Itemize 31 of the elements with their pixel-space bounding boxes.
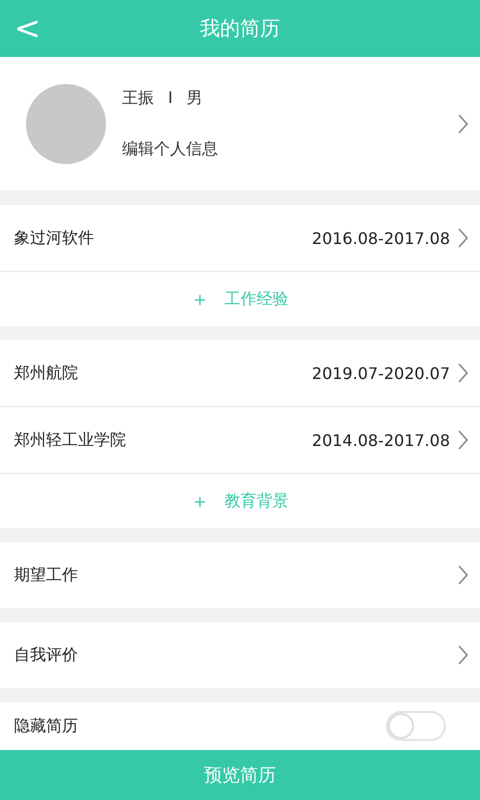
list-row[interactable]: 郑州轻工业学院 2014.08-2017.08 [0, 407, 480, 474]
profile-card[interactable]: 王振 I 男 编辑个人信息 [0, 57, 480, 190]
chevron-icon [458, 430, 468, 450]
separator: I [168, 88, 173, 108]
row-label: 期望工作 [14, 564, 79, 586]
row-label: 自我评价 [14, 644, 79, 666]
chevron-icon [458, 565, 468, 585]
toggle-switch[interactable] [386, 711, 446, 741]
page-title: 我的简历 [200, 15, 280, 42]
date-range: 2019.07-2020.07 [312, 364, 450, 382]
list-row[interactable]: 期望工作 [0, 542, 480, 608]
date-range: 2014.08-2017.08 [312, 430, 450, 450]
add-label: 教育背景 [224, 490, 289, 512]
row-label: 象过河软件 [14, 228, 95, 248]
add-label: 工作经验 [224, 288, 289, 310]
user-name: 王振 [122, 88, 154, 108]
chevron-icon [458, 228, 468, 248]
plus-icon: + [193, 492, 207, 510]
row-label: 郑州轻工业学院 [14, 430, 127, 450]
list-row[interactable]: 象过河软件 2016.08-2017.08 [0, 205, 480, 272]
date-range: 2016.08-2017.08 [312, 228, 450, 248]
list-row[interactable]: 自我评价 [0, 622, 480, 688]
chevron-icon [458, 114, 468, 134]
plus-icon: + [193, 290, 207, 308]
row-label: 郑州航院 [14, 362, 79, 384]
row-label: 隐藏简历 [14, 716, 79, 736]
edit-info-label: 编辑个人信息 [122, 138, 219, 160]
chevron-icon [458, 363, 468, 383]
chevron-icon [458, 645, 468, 665]
list-row[interactable]: 郑州航院 2019.07-2020.07 [0, 340, 480, 407]
gender: 男 [186, 88, 203, 108]
